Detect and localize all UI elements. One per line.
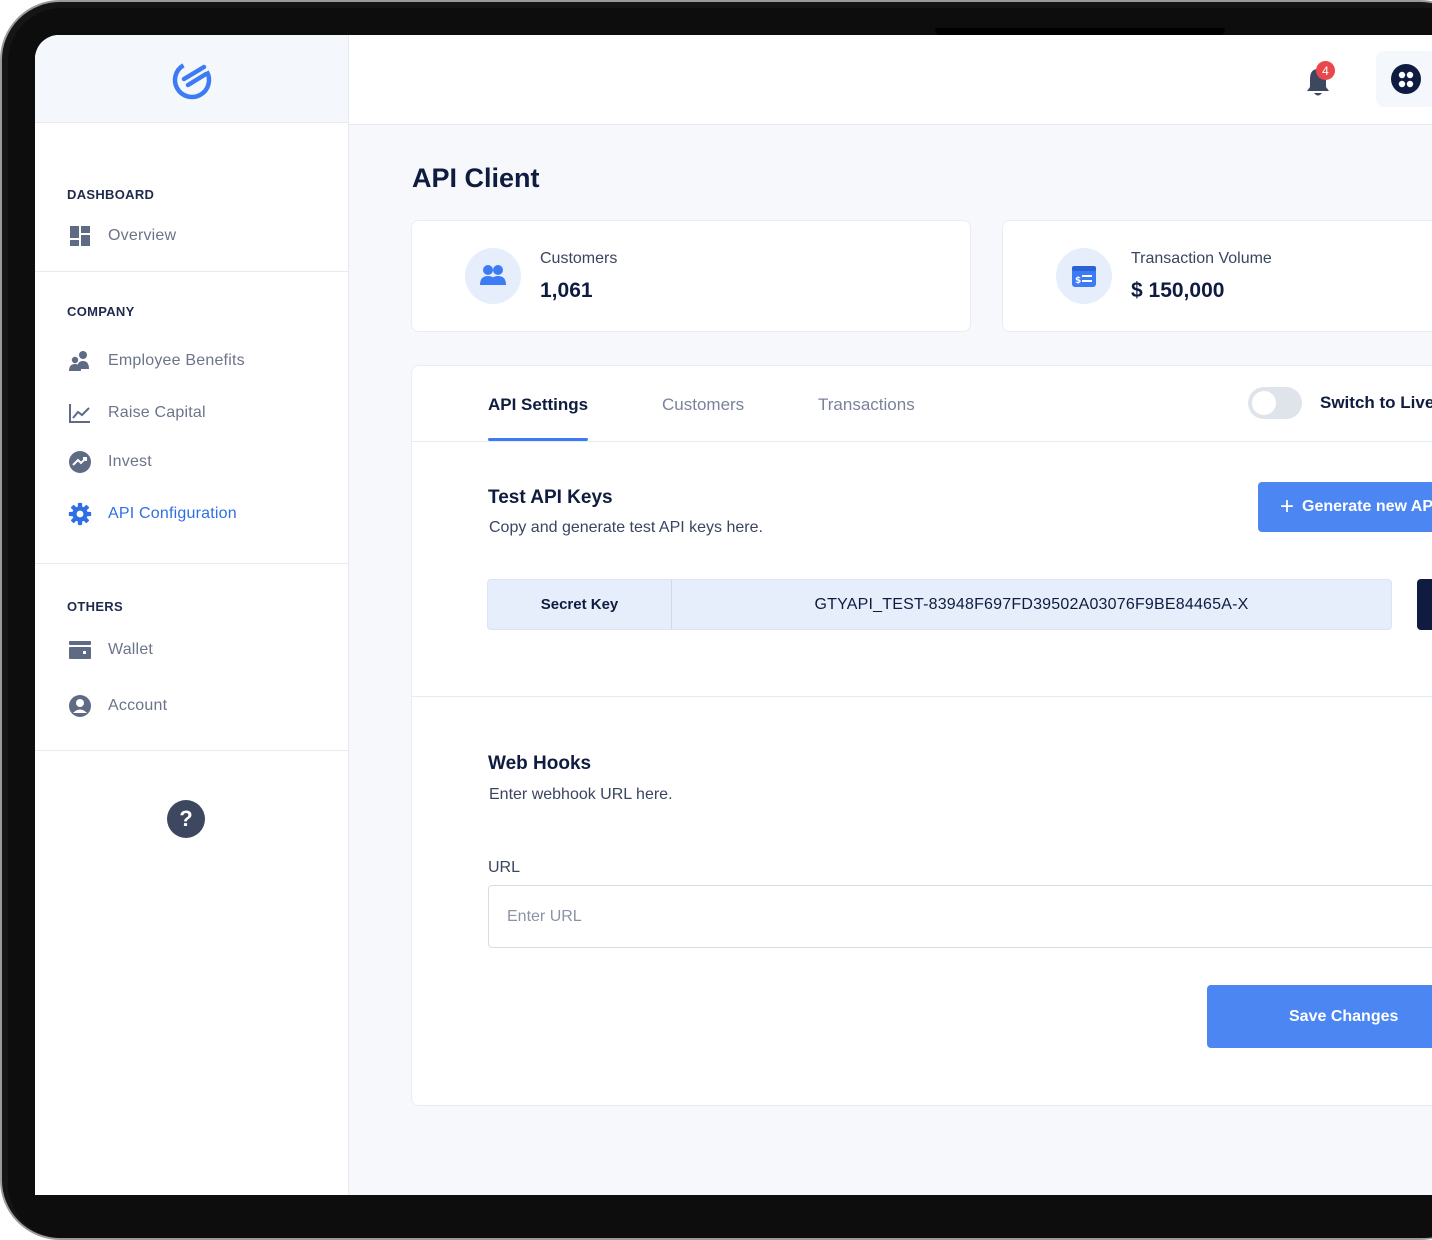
gear-icon — [68, 502, 92, 526]
logo-area — [35, 35, 348, 123]
brand-logo-icon[interactable] — [170, 57, 214, 101]
sidebar: DASHBOARD Overview COMPANY Employee Bene… — [35, 35, 349, 1195]
people-icon — [68, 349, 92, 373]
stat-label: Customers — [540, 250, 618, 267]
tab-customers[interactable]: Customers — [662, 395, 744, 415]
tab-transactions[interactable]: Transactions — [818, 395, 915, 415]
plus-icon: + — [1280, 493, 1295, 520]
nav-section-dashboard: DASHBOARD Overview — [35, 123, 348, 272]
stat-label: Transaction Volume — [1131, 250, 1272, 267]
sidebar-item-label: Wallet — [108, 641, 154, 658]
sidebar-item-label: Raise Capital — [108, 404, 206, 421]
webhook-url-input[interactable] — [488, 885, 1432, 948]
notification-badge: 4 — [1316, 61, 1335, 80]
stat-card-customers: Customers 1,061 — [411, 220, 971, 332]
page-title: API Client — [412, 163, 540, 193]
api-settings-panel: API Settings Customers Transactions Swit… — [411, 365, 1432, 1106]
test-api-keys-title: Test API Keys — [488, 487, 613, 508]
sidebar-item-wallet[interactable]: Wallet — [35, 636, 348, 664]
section-title-others: OTHERS — [67, 599, 123, 614]
section-title-dashboard: DASHBOARD — [67, 187, 155, 202]
section-title-company: COMPANY — [67, 304, 135, 319]
url-label: URL — [488, 859, 521, 876]
stat-value: 1,061 — [540, 279, 593, 302]
active-tab-indicator — [488, 438, 588, 441]
sidebar-item-overview[interactable]: Overview — [35, 222, 348, 250]
sidebar-item-label: Overview — [108, 227, 177, 244]
sidebar-item-label: Account — [108, 697, 168, 714]
save-changes-button[interactable]: Save Changes — [1207, 985, 1432, 1048]
live-mode-toggle[interactable] — [1248, 387, 1302, 419]
generate-button-label: Generate new API — [1302, 498, 1432, 515]
wallet-icon — [68, 638, 92, 662]
web-hooks-subtitle: Enter webhook URL here. — [489, 786, 673, 803]
nav-section-others: OTHERS Wallet Account — [35, 564, 348, 751]
stat-card-transaction-volume: $ Transaction Volume $ 150,000 — [1002, 220, 1432, 332]
tab-api-settings[interactable]: API Settings — [488, 395, 588, 415]
avatar-icon — [1391, 64, 1421, 94]
sidebar-item-employee-benefits[interactable]: Employee Benefits — [35, 347, 348, 375]
stat-value: $ 150,000 — [1131, 279, 1225, 302]
sidebar-item-label: API Configuration — [108, 505, 237, 522]
live-mode-label: Switch to Live — [1320, 393, 1432, 412]
secret-key-field: Secret Key GTYAPI_TEST-83948F697FD39502A… — [487, 579, 1392, 630]
question-mark-icon: ? — [179, 806, 193, 831]
user-circle-icon — [68, 694, 92, 718]
svg-text:$: $ — [1075, 276, 1081, 286]
sidebar-item-invest[interactable]: Invest — [35, 448, 348, 476]
sidebar-item-label: Invest — [108, 453, 152, 470]
test-api-keys-subtitle: Copy and generate test API keys here. — [489, 519, 763, 536]
sidebar-item-raise-capital[interactable]: Raise Capital — [35, 399, 348, 427]
dashboard-grid-icon — [68, 224, 92, 248]
trending-up-icon — [68, 450, 92, 474]
help-button[interactable]: ? — [167, 800, 205, 838]
toggle-knob — [1252, 391, 1276, 415]
nav-section-company: COMPANY Employee Benefits Raise Capital … — [35, 272, 348, 564]
sidebar-item-account[interactable]: Account — [35, 692, 348, 720]
sidebar-item-label: Employee Benefits — [108, 352, 245, 369]
copy-key-button[interactable] — [1417, 579, 1432, 630]
line-chart-icon — [68, 401, 92, 425]
app-screen: DASHBOARD Overview COMPANY Employee Bene… — [35, 35, 1432, 1195]
tab-bar: API Settings Customers Transactions Swit… — [412, 366, 1432, 442]
section-divider — [412, 696, 1432, 697]
generate-api-key-button[interactable]: + Generate new API — [1258, 482, 1432, 532]
users-icon — [465, 248, 521, 304]
top-bar: 4 — [349, 35, 1432, 125]
web-hooks-title: Web Hooks — [488, 753, 592, 774]
secret-key-label: Secret Key — [488, 580, 672, 629]
sidebar-item-api-configuration[interactable]: API Configuration — [35, 500, 348, 528]
receipt-icon: $ — [1056, 248, 1112, 304]
secret-key-value[interactable]: GTYAPI_TEST-83948F697FD39502A03076F9BE84… — [672, 580, 1391, 629]
avatar[interactable] — [1376, 51, 1432, 107]
